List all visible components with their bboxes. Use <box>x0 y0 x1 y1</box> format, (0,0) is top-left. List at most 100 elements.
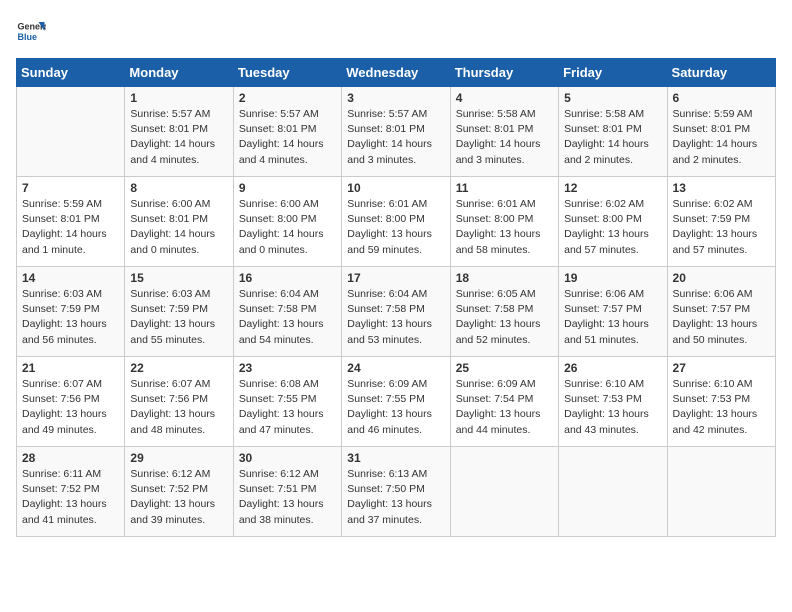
calendar-cell: 18 Sunrise: 6:05 AMSunset: 7:58 PMDayligh… <box>450 267 558 357</box>
calendar-cell <box>450 447 558 537</box>
calendar-cell: 1 Sunrise: 5:57 AMSunset: 8:01 PMDaylight… <box>125 87 233 177</box>
calendar-table: SundayMondayTuesdayWednesdayThursdayFrid… <box>16 58 776 537</box>
calendar-cell: 24 Sunrise: 6:09 AMSunset: 7:55 PMDayligh… <box>342 357 450 447</box>
cell-content: Sunrise: 6:02 AMSunset: 7:59 PMDaylight:… <box>673 197 770 258</box>
day-header-tuesday: Tuesday <box>233 59 341 87</box>
day-number: 13 <box>673 181 770 195</box>
cell-content: Sunrise: 6:10 AMSunset: 7:53 PMDaylight:… <box>564 377 661 438</box>
cell-content: Sunrise: 6:13 AMSunset: 7:50 PMDaylight:… <box>347 467 444 528</box>
calendar-cell: 2 Sunrise: 5:57 AMSunset: 8:01 PMDaylight… <box>233 87 341 177</box>
header: General Blue <box>16 16 776 46</box>
day-number: 8 <box>130 181 227 195</box>
day-number: 5 <box>564 91 661 105</box>
day-number: 11 <box>456 181 553 195</box>
cell-content: Sunrise: 6:01 AMSunset: 8:00 PMDaylight:… <box>456 197 553 258</box>
calendar-cell: 9 Sunrise: 6:00 AMSunset: 8:00 PMDaylight… <box>233 177 341 267</box>
cell-content: Sunrise: 6:04 AMSunset: 7:58 PMDaylight:… <box>347 287 444 348</box>
calendar-cell: 20 Sunrise: 6:06 AMSunset: 7:57 PMDayligh… <box>667 267 775 357</box>
calendar-cell <box>667 447 775 537</box>
logo-icon: General Blue <box>16 16 46 46</box>
day-number: 16 <box>239 271 336 285</box>
day-number: 31 <box>347 451 444 465</box>
calendar-week-row: 28 Sunrise: 6:11 AMSunset: 7:52 PMDayligh… <box>17 447 776 537</box>
cell-content: Sunrise: 6:09 AMSunset: 7:55 PMDaylight:… <box>347 377 444 438</box>
cell-content: Sunrise: 6:00 AMSunset: 8:01 PMDaylight:… <box>130 197 227 258</box>
cell-content: Sunrise: 6:12 AMSunset: 7:52 PMDaylight:… <box>130 467 227 528</box>
day-number: 20 <box>673 271 770 285</box>
calendar-cell: 27 Sunrise: 6:10 AMSunset: 7:53 PMDayligh… <box>667 357 775 447</box>
logo: General Blue <box>16 16 46 46</box>
day-number: 28 <box>22 451 119 465</box>
day-number: 25 <box>456 361 553 375</box>
calendar-cell: 31 Sunrise: 6:13 AMSunset: 7:50 PMDayligh… <box>342 447 450 537</box>
day-number: 15 <box>130 271 227 285</box>
cell-content: Sunrise: 6:08 AMSunset: 7:55 PMDaylight:… <box>239 377 336 438</box>
cell-content: Sunrise: 6:05 AMSunset: 7:58 PMDaylight:… <box>456 287 553 348</box>
calendar-week-row: 7Sunrise: 5:59 AMSunset: 8:01 PMDaylight… <box>17 177 776 267</box>
cell-content: Sunrise: 6:11 AMSunset: 7:52 PMDaylight:… <box>22 467 119 528</box>
calendar-week-row: 21 Sunrise: 6:07 AMSunset: 7:56 PMDayligh… <box>17 357 776 447</box>
day-number: 12 <box>564 181 661 195</box>
cell-content: Sunrise: 5:57 AMSunset: 8:01 PMDaylight:… <box>239 107 336 168</box>
cell-content: Sunrise: 6:03 AMSunset: 7:59 PMDaylight:… <box>22 287 119 348</box>
calendar-cell: 28 Sunrise: 6:11 AMSunset: 7:52 PMDayligh… <box>17 447 125 537</box>
calendar-cell: 13 Sunrise: 6:02 AMSunset: 7:59 PMDayligh… <box>667 177 775 267</box>
cell-content: Sunrise: 6:03 AMSunset: 7:59 PMDaylight:… <box>130 287 227 348</box>
cell-content: Sunrise: 6:07 AMSunset: 7:56 PMDaylight:… <box>22 377 119 438</box>
calendar-cell <box>559 447 667 537</box>
calendar-cell: 10Sunrise: 6:01 AMSunset: 8:00 PMDayligh… <box>342 177 450 267</box>
calendar-cell: 23 Sunrise: 6:08 AMSunset: 7:55 PMDayligh… <box>233 357 341 447</box>
calendar-cell: 30Sunrise: 6:12 AMSunset: 7:51 PMDayligh… <box>233 447 341 537</box>
day-number: 29 <box>130 451 227 465</box>
calendar-cell: 4Sunrise: 5:58 AMSunset: 8:01 PMDaylight… <box>450 87 558 177</box>
calendar-cell: 5 Sunrise: 5:58 AMSunset: 8:01 PMDaylight… <box>559 87 667 177</box>
day-header-thursday: Thursday <box>450 59 558 87</box>
cell-content: Sunrise: 6:02 AMSunset: 8:00 PMDaylight:… <box>564 197 661 258</box>
day-number: 30 <box>239 451 336 465</box>
day-number: 2 <box>239 91 336 105</box>
day-header-saturday: Saturday <box>667 59 775 87</box>
calendar-cell: 17 Sunrise: 6:04 AMSunset: 7:58 PMDayligh… <box>342 267 450 357</box>
calendar-cell: 15 Sunrise: 6:03 AMSunset: 7:59 PMDayligh… <box>125 267 233 357</box>
day-header-wednesday: Wednesday <box>342 59 450 87</box>
cell-content: Sunrise: 5:59 AMSunset: 8:01 PMDaylight:… <box>22 197 119 258</box>
cell-content: Sunrise: 5:57 AMSunset: 8:01 PMDaylight:… <box>130 107 227 168</box>
day-number: 6 <box>673 91 770 105</box>
cell-content: Sunrise: 6:04 AMSunset: 7:58 PMDaylight:… <box>239 287 336 348</box>
day-number: 1 <box>130 91 227 105</box>
calendar-cell: 11 Sunrise: 6:01 AMSunset: 8:00 PMDayligh… <box>450 177 558 267</box>
cell-content: Sunrise: 6:10 AMSunset: 7:53 PMDaylight:… <box>673 377 770 438</box>
day-number: 19 <box>564 271 661 285</box>
calendar-cell: 22 Sunrise: 6:07 AMSunset: 7:56 PMDayligh… <box>125 357 233 447</box>
cell-content: Sunrise: 6:07 AMSunset: 7:56 PMDaylight:… <box>130 377 227 438</box>
day-header-sunday: Sunday <box>17 59 125 87</box>
calendar-cell: 16 Sunrise: 6:04 AMSunset: 7:58 PMDayligh… <box>233 267 341 357</box>
cell-content: Sunrise: 5:58 AMSunset: 8:01 PMDaylight:… <box>564 107 661 168</box>
day-number: 10 <box>347 181 444 195</box>
day-number: 23 <box>239 361 336 375</box>
day-number: 26 <box>564 361 661 375</box>
calendar-cell: 8 Sunrise: 6:00 AMSunset: 8:01 PMDaylight… <box>125 177 233 267</box>
day-number: 22 <box>130 361 227 375</box>
day-header-monday: Monday <box>125 59 233 87</box>
cell-content: Sunrise: 6:00 AMSunset: 8:00 PMDaylight:… <box>239 197 336 258</box>
calendar-cell: 7Sunrise: 5:59 AMSunset: 8:01 PMDaylight… <box>17 177 125 267</box>
calendar-week-row: 1 Sunrise: 5:57 AMSunset: 8:01 PMDaylight… <box>17 87 776 177</box>
calendar-cell: 14Sunrise: 6:03 AMSunset: 7:59 PMDayligh… <box>17 267 125 357</box>
day-number: 18 <box>456 271 553 285</box>
cell-content: Sunrise: 6:06 AMSunset: 7:57 PMDaylight:… <box>673 287 770 348</box>
day-number: 3 <box>347 91 444 105</box>
calendar-cell <box>17 87 125 177</box>
svg-text:Blue: Blue <box>18 32 38 42</box>
calendar-header-row: SundayMondayTuesdayWednesdayThursdayFrid… <box>17 59 776 87</box>
day-number: 21 <box>22 361 119 375</box>
day-number: 17 <box>347 271 444 285</box>
calendar-cell: 21 Sunrise: 6:07 AMSunset: 7:56 PMDayligh… <box>17 357 125 447</box>
day-number: 27 <box>673 361 770 375</box>
day-number: 9 <box>239 181 336 195</box>
cell-content: Sunrise: 6:09 AMSunset: 7:54 PMDaylight:… <box>456 377 553 438</box>
day-number: 24 <box>347 361 444 375</box>
calendar-cell: 3Sunrise: 5:57 AMSunset: 8:01 PMDaylight… <box>342 87 450 177</box>
calendar-body: 1 Sunrise: 5:57 AMSunset: 8:01 PMDaylight… <box>17 87 776 537</box>
cell-content: Sunrise: 6:06 AMSunset: 7:57 PMDaylight:… <box>564 287 661 348</box>
